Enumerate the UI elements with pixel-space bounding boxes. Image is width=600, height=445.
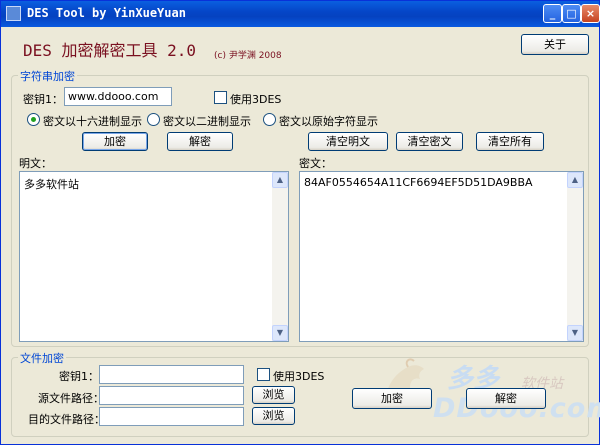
radio-hex[interactable] <box>27 113 40 126</box>
decrypt-button[interactable]: 解密 <box>167 132 233 151</box>
app-icon <box>6 6 21 21</box>
ciphertext-value: 84AF0554654A11CF6694EF5D51DA9BBA <box>304 176 533 189</box>
copyright-text: (c) 尹学渊 2008 <box>214 51 282 61</box>
app-title: DES 加密解密工具 2.0 <box>23 41 197 60</box>
minimize-button[interactable]: _ <box>543 4 562 23</box>
radio-hex-label: 密文以十六进制显示 <box>43 115 142 128</box>
radio-raw[interactable] <box>263 113 276 126</box>
clear-plain-button[interactable]: 清空明文 <box>308 132 388 151</box>
file-use-3des-label: 使用3DES <box>273 370 325 383</box>
encrypt-button[interactable]: 加密 <box>82 132 148 151</box>
radio-raw-label: 密文以原始字符显示 <box>279 115 378 128</box>
main-window: DES Tool by YinXueYuan _ □ × DES 加密解密工具 … <box>0 0 600 445</box>
use-3des-label: 使用3DES <box>230 93 282 106</box>
file-decrypt-button[interactable]: 解密 <box>466 388 546 409</box>
source-path-input[interactable] <box>99 386 244 405</box>
scroll-down-icon[interactable]: ▼ <box>272 325 288 341</box>
plaintext-area[interactable]: 多多软件站 ▲ ▼ <box>19 171 289 342</box>
browse-dest-button[interactable]: 浏览 <box>252 407 295 425</box>
ciphertext-area[interactable]: 84AF0554654A11CF6694EF5D51DA9BBA ▲ ▼ <box>299 171 584 342</box>
scroll-down-icon[interactable]: ▼ <box>567 325 583 341</box>
scroll-up-icon[interactable]: ▲ <box>567 172 583 188</box>
file-encrypt-button[interactable]: 加密 <box>352 388 432 409</box>
dest-path-input[interactable] <box>99 407 244 426</box>
dest-path-label: 目的文件路径： <box>28 413 105 426</box>
close-button[interactable]: × <box>581 4 600 23</box>
plaintext-value: 多多软件站 <box>24 178 79 191</box>
clear-all-button[interactable]: 清空所有 <box>476 132 544 151</box>
maximize-button[interactable]: □ <box>562 4 581 23</box>
about-button[interactable]: 关于 <box>521 34 589 55</box>
source-path-label: 源文件路径： <box>38 392 104 405</box>
ciphertext-label: 密文： <box>299 157 332 170</box>
radio-binary-label: 密文以二进制显示 <box>163 115 251 128</box>
key-label: 密钥1： <box>23 93 63 106</box>
file-group-title: 文件加密 <box>18 350 66 366</box>
window-title: DES Tool by YinXueYuan <box>27 6 186 20</box>
close-icon: × <box>585 7 596 20</box>
clear-cipher-button[interactable]: 清空密文 <box>396 132 463 151</box>
file-key-input[interactable] <box>99 365 244 384</box>
file-key-label: 密钥1： <box>59 370 99 383</box>
file-use-3des-checkbox[interactable] <box>257 368 270 381</box>
string-group-title: 字符串加密 <box>18 68 77 84</box>
browse-source-button[interactable]: 浏览 <box>252 386 295 404</box>
ciphertext-scrollbar[interactable]: ▲ ▼ <box>567 172 583 341</box>
minimize-icon: _ <box>549 7 556 20</box>
maximize-icon: □ <box>566 7 577 20</box>
plaintext-label: 明文： <box>19 157 52 170</box>
use-3des-checkbox[interactable] <box>214 91 227 104</box>
title-bar[interactable]: DES Tool by YinXueYuan _ □ × <box>1 1 600 27</box>
radio-binary[interactable] <box>147 113 160 126</box>
plaintext-scrollbar[interactable]: ▲ ▼ <box>272 172 288 341</box>
key-input[interactable]: www.ddooo.com <box>64 87 172 106</box>
scroll-up-icon[interactable]: ▲ <box>272 172 288 188</box>
